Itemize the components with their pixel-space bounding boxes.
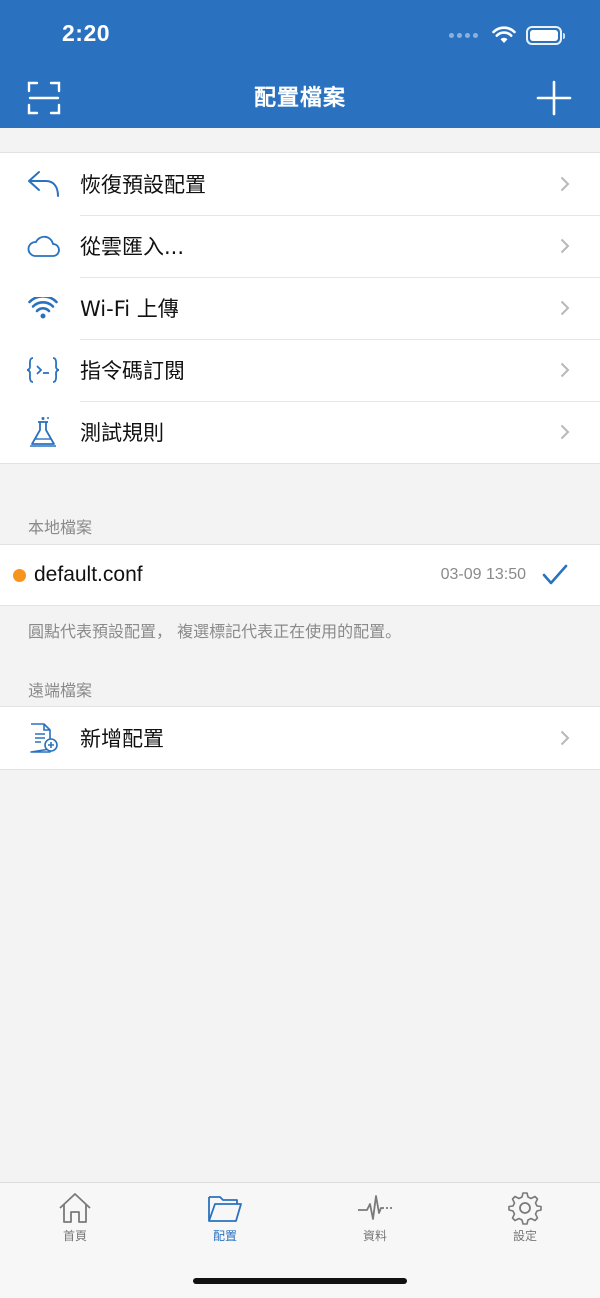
action-script-subscription[interactable]: 指令碼訂閱: [0, 339, 600, 401]
add-config-label: 新增配置: [80, 727, 164, 751]
cloud-icon: [26, 230, 60, 262]
checkmark-icon: [542, 564, 568, 585]
pulse-icon: [358, 1195, 392, 1220]
action-label: 從雲匯入...: [80, 235, 185, 259]
nav-header: 2:20 配置檔案: [0, 0, 600, 128]
tab-config[interactable]: 配置: [175, 1191, 275, 1244]
cellular-signal-icon: [449, 32, 478, 38]
status-icons: [449, 24, 565, 46]
tab-label: 配置: [212, 1229, 237, 1243]
action-label: Wi-Fi 上傳: [80, 297, 179, 321]
chevron-right-icon: [560, 424, 570, 440]
folder-icon: [208, 1196, 242, 1222]
file-modified-time: 03-09 13:50: [440, 566, 526, 583]
tab-label: 資料: [362, 1229, 387, 1243]
actions-list: 恢復預設配置 從雲匯入... Wi-Fi 上傳 指令碼訂閱 測試規則: [0, 152, 600, 464]
remote-files-header: 遠端檔案: [28, 681, 93, 700]
file-name: default.conf: [34, 563, 143, 586]
action-test-rules[interactable]: 測試規則: [0, 401, 600, 463]
battery-icon: [526, 25, 565, 45]
file-row-default[interactable]: default.conf 03-09 13:50: [0, 545, 600, 605]
chevron-right-icon: [560, 176, 570, 192]
local-files-list: default.conf 03-09 13:50: [0, 544, 600, 606]
add-document-icon: [26, 722, 60, 754]
local-files-header: 本地檔案: [28, 518, 93, 537]
action-import-cloud[interactable]: 從雲匯入...: [0, 215, 600, 277]
add-config-row[interactable]: 新增配置: [0, 707, 600, 769]
undo-arrow-icon: [26, 168, 60, 200]
code-braces-icon: [26, 354, 60, 386]
chevron-right-icon: [560, 238, 570, 254]
add-icon[interactable]: [536, 80, 572, 116]
tab-settings[interactable]: 設定: [475, 1191, 575, 1244]
wifi-icon: [26, 292, 60, 324]
default-config-dot: [13, 569, 26, 582]
flask-icon: [26, 416, 60, 448]
action-wifi-upload[interactable]: Wi-Fi 上傳: [0, 277, 600, 339]
home-indicator: [193, 1278, 407, 1284]
action-label: 測試規則: [80, 421, 164, 445]
gear-icon: [508, 1192, 542, 1225]
chevron-right-icon: [560, 362, 570, 378]
action-restore-default[interactable]: 恢復預設配置: [0, 153, 600, 215]
tab-home[interactable]: 首頁: [25, 1191, 125, 1244]
status-time: 2:20: [62, 20, 111, 46]
action-label: 恢復預設配置: [80, 173, 206, 197]
tab-data[interactable]: 資料: [325, 1191, 425, 1244]
action-label: 指令碼訂閱: [80, 359, 185, 383]
chevron-right-icon: [560, 730, 570, 746]
legend-note: 圓點代表預設配置， 複選標記代表正在使用的配置。: [28, 622, 402, 641]
tab-label: 設定: [512, 1229, 537, 1243]
wifi-status-icon: [492, 26, 516, 43]
home-icon: [59, 1193, 91, 1223]
chevron-right-icon: [560, 300, 570, 316]
remote-files-list: 新增配置: [0, 706, 600, 770]
tab-label: 首頁: [62, 1229, 87, 1243]
page-title: 配置檔案: [253, 86, 346, 111]
